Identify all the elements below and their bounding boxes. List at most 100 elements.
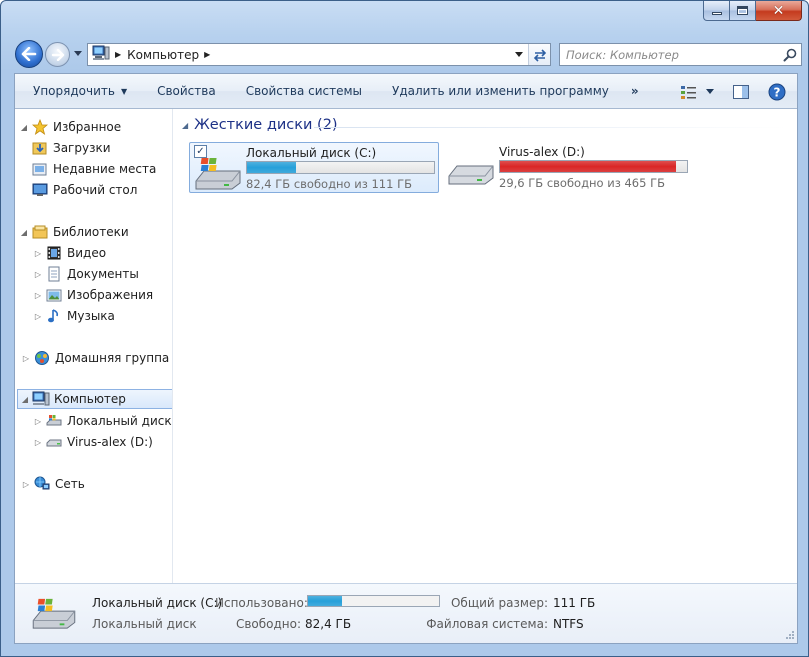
chevron-down-icon: ▼ bbox=[120, 86, 128, 96]
documents-icon bbox=[45, 266, 63, 282]
back-button[interactable] bbox=[15, 40, 43, 68]
network-icon bbox=[33, 476, 51, 492]
drive-tile-d[interactable]: Virus-alex (D:) 29,6 ГБ свободно из 465 … bbox=[443, 142, 693, 193]
help-button[interactable]: ? bbox=[763, 79, 791, 104]
tree-computer-label: Компьютер bbox=[54, 392, 126, 406]
address-bar[interactable]: ▶ Компьютер ▶ bbox=[87, 43, 551, 66]
expand-arrow-icon[interactable]: ▷ bbox=[33, 417, 43, 426]
drive-icon bbox=[45, 434, 63, 450]
svg-text:?: ? bbox=[774, 85, 781, 99]
tree-local-disk-c-label: Локальный диск (C:) bbox=[67, 414, 172, 428]
collapse-arrow-icon[interactable]: ◢ bbox=[19, 123, 29, 132]
chevron-down-icon bbox=[706, 88, 714, 94]
address-dropdown[interactable] bbox=[512, 44, 526, 65]
drive-usage-bar bbox=[246, 161, 435, 174]
drive-icon bbox=[447, 154, 495, 193]
search-box[interactable] bbox=[559, 43, 802, 66]
tree-homegroup[interactable]: ▷ Домашняя группа bbox=[21, 348, 169, 368]
expand-arrow-icon[interactable]: ▷ bbox=[33, 270, 43, 279]
computer-icon bbox=[92, 45, 110, 64]
homegroup-icon bbox=[33, 350, 51, 366]
tree-documents-label: Документы bbox=[67, 267, 139, 281]
breadcrumb-computer[interactable]: Компьютер bbox=[127, 48, 199, 62]
downloads-folder-icon bbox=[31, 140, 49, 156]
breadcrumb-separator[interactable]: ▶ bbox=[115, 50, 121, 59]
tree-desktop-label: Рабочий стол bbox=[53, 183, 138, 197]
more-commands-button[interactable]: » bbox=[621, 79, 649, 104]
details-total-label: Общий размер: bbox=[450, 596, 548, 610]
search-icon[interactable] bbox=[779, 48, 801, 62]
expand-arrow-icon[interactable]: ▷ bbox=[33, 249, 43, 258]
expand-arrow-icon[interactable]: ▷ bbox=[21, 480, 31, 489]
tree-favorites[interactable]: ◢ Избранное bbox=[19, 117, 121, 137]
tree-desktop[interactable]: Рабочий стол bbox=[31, 180, 137, 200]
group-divider bbox=[314, 127, 787, 128]
details-fs-value: NTFS bbox=[553, 617, 584, 631]
tree-virus-alex-d[interactable]: ▷ Virus-alex (D:) bbox=[33, 432, 153, 452]
drive-name: Virus-alex (D:) bbox=[499, 145, 585, 159]
close-button[interactable]: ✕ bbox=[756, 1, 802, 21]
maximize-icon bbox=[737, 6, 748, 15]
drive-free-space: 29,6 ГБ свободно из 465 ГБ bbox=[499, 176, 665, 190]
minimize-button[interactable] bbox=[703, 1, 730, 21]
tree-recent-places[interactable]: Недавние места bbox=[31, 159, 156, 179]
collapse-arrow-icon[interactable]: ◢ bbox=[19, 228, 29, 237]
recent-pages-dropdown[interactable] bbox=[73, 49, 83, 59]
tree-homegroup-label: Домашняя группа bbox=[55, 351, 170, 365]
tree-downloads[interactable]: Загрузки bbox=[31, 138, 111, 158]
tree-music[interactable]: ▷ Музыка bbox=[33, 306, 115, 326]
expand-arrow-icon[interactable]: ▷ bbox=[21, 354, 31, 363]
tree-libraries[interactable]: ◢ Библиотеки bbox=[19, 222, 129, 242]
expand-arrow-icon[interactable]: ▷ bbox=[33, 291, 43, 300]
search-input[interactable] bbox=[560, 45, 779, 64]
tree-local-disk-c[interactable]: ▷ Локальный диск (C:) bbox=[33, 411, 172, 431]
expand-arrow-icon[interactable]: ▷ bbox=[33, 438, 43, 447]
tree-virus-alex-d-label: Virus-alex (D:) bbox=[67, 435, 153, 449]
music-note-icon bbox=[45, 308, 63, 324]
drive-free-space: 82,4 ГБ свободно из 111 ГБ bbox=[246, 177, 412, 191]
details-free-label: Свободно: bbox=[235, 617, 301, 631]
collapse-arrow-icon[interactable]: ◢ bbox=[20, 395, 30, 404]
tree-computer[interactable]: ◢ Компьютер bbox=[17, 389, 172, 409]
tree-network[interactable]: ▷ Сеть bbox=[21, 474, 85, 494]
tree-downloads-label: Загрузки bbox=[53, 141, 111, 155]
details-name: Локальный диск (C:) bbox=[92, 596, 223, 610]
refresh-button[interactable] bbox=[528, 44, 550, 65]
chevron-down-icon bbox=[515, 51, 523, 57]
windows-drive-icon bbox=[45, 413, 63, 429]
windows-drive-icon bbox=[31, 596, 77, 633]
content-area: ◢ Жесткие диски (2) ✓ Локальный диск (C:… bbox=[174, 109, 797, 583]
close-icon: ✕ bbox=[772, 2, 785, 19]
star-icon bbox=[31, 119, 49, 135]
computer-icon bbox=[32, 391, 50, 407]
breadcrumb-separator-end[interactable]: ▶ bbox=[204, 50, 210, 59]
expand-arrow-icon[interactable]: ▷ bbox=[33, 312, 43, 321]
details-usage-bar bbox=[307, 595, 440, 607]
tree-video-label: Видео bbox=[67, 246, 107, 260]
tree-documents[interactable]: ▷ Документы bbox=[33, 264, 139, 284]
view-dropdown[interactable] bbox=[703, 79, 717, 104]
change-view-button[interactable] bbox=[675, 79, 703, 104]
drive-name: Локальный диск (C:) bbox=[246, 146, 377, 160]
drive-usage-fill bbox=[500, 161, 676, 172]
preview-pane-icon bbox=[733, 84, 749, 99]
recent-places-icon bbox=[31, 161, 49, 177]
forward-button[interactable] bbox=[45, 42, 70, 67]
images-icon bbox=[45, 287, 63, 303]
uninstall-program-button[interactable]: Удалить или изменить программу bbox=[382, 79, 619, 104]
details-free-value: 82,4 ГБ bbox=[305, 617, 352, 631]
properties-button[interactable]: Свойства bbox=[147, 79, 226, 104]
collapse-arrow-icon[interactable]: ◢ bbox=[182, 121, 188, 130]
group-header-hard-drives[interactable]: ◢ Жесткие диски (2) bbox=[182, 117, 338, 133]
navigation-pane: ◢ Избранное Загрузки Недавние места Рабо… bbox=[15, 109, 173, 583]
drive-tile-c[interactable]: ✓ Локальный диск (C:) 82,4 ГБ свободно и… bbox=[189, 142, 439, 193]
organize-button[interactable]: Упорядочить ▼ bbox=[23, 79, 137, 104]
maximize-button[interactable] bbox=[730, 1, 756, 21]
tree-video[interactable]: ▷ Видео bbox=[33, 243, 106, 263]
tree-images[interactable]: ▷ Изображения bbox=[33, 285, 153, 305]
tree-music-label: Музыка bbox=[67, 309, 115, 323]
resize-grip-icon[interactable] bbox=[785, 629, 795, 643]
tree-libraries-label: Библиотеки bbox=[53, 225, 129, 239]
preview-pane-button[interactable] bbox=[727, 79, 755, 104]
system-properties-button[interactable]: Свойства системы bbox=[236, 79, 372, 104]
